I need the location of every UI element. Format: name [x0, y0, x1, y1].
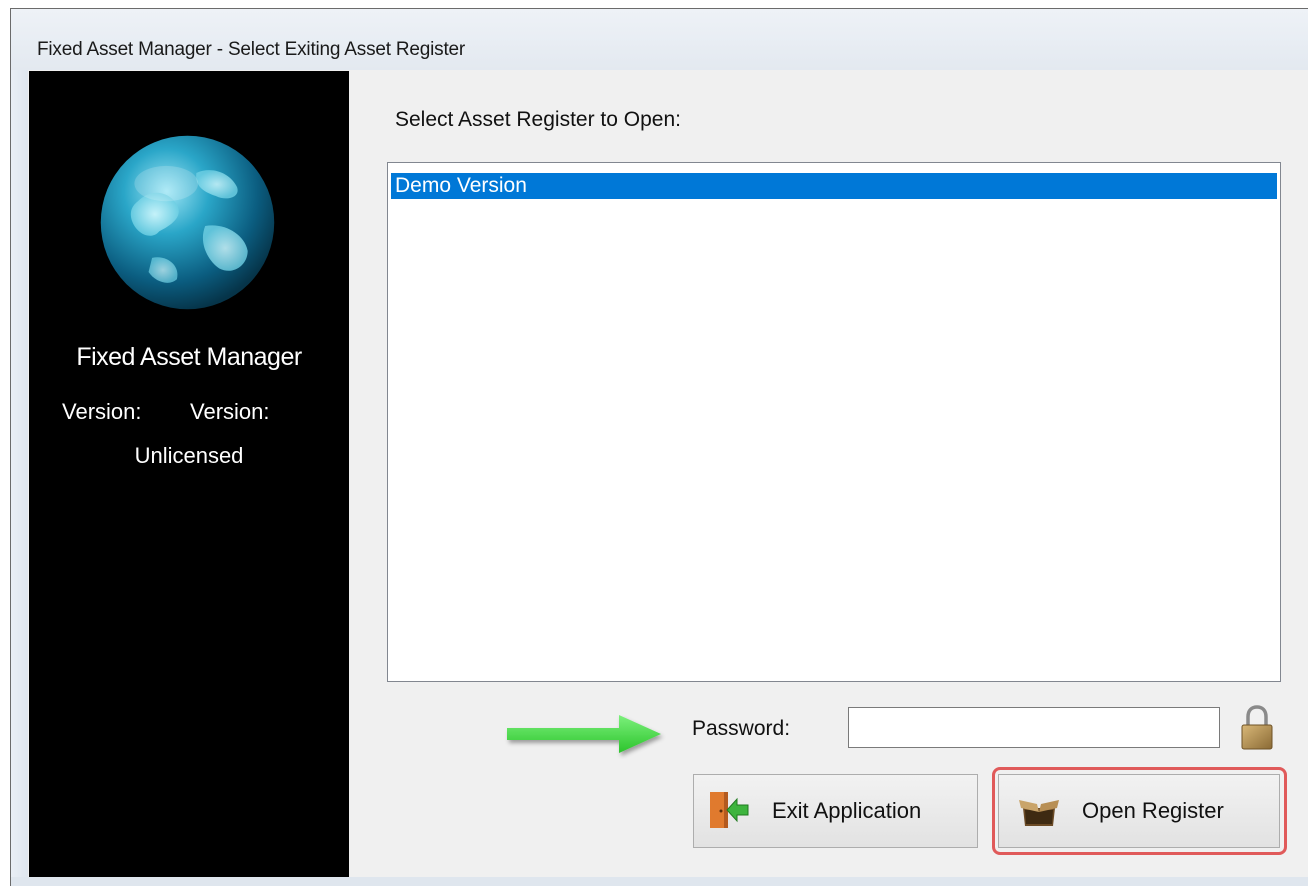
dialog-window: Fixed Asset Manager - Select Exiting Ass… [10, 8, 1308, 886]
title-bar[interactable]: Fixed Asset Manager - Select Exiting Ass… [11, 9, 1308, 70]
version-label: Version: [62, 399, 142, 424]
highlight-annotation [992, 767, 1287, 855]
license-status: Unlicensed [134, 443, 244, 468]
exit-application-button[interactable]: Exit Application [693, 774, 978, 848]
version-value: Version: [190, 399, 270, 424]
window-frame-left [11, 70, 28, 886]
window-title: Fixed Asset Manager - Select Exiting Ass… [37, 39, 466, 60]
lock-icon [1241, 705, 1273, 750]
window-frame-bottom [11, 877, 1308, 886]
password-label: Password: [692, 717, 791, 740]
register-listbox[interactable]: Demo Version [387, 162, 1281, 682]
exit-button-label: Exit Application [772, 798, 922, 823]
side-panel: Fixed Asset Manager Version: Version: Un… [29, 71, 349, 877]
list-item-demo-version[interactable]: Demo Version [391, 173, 1277, 199]
select-register-label: Select Asset Register to Open: [395, 108, 681, 131]
product-name: Fixed Asset Manager [76, 343, 302, 371]
exit-door-icon [710, 792, 749, 828]
password-input[interactable] [848, 707, 1220, 748]
green-arrow-annotation [507, 715, 661, 753]
globe-icon [100, 135, 275, 310]
